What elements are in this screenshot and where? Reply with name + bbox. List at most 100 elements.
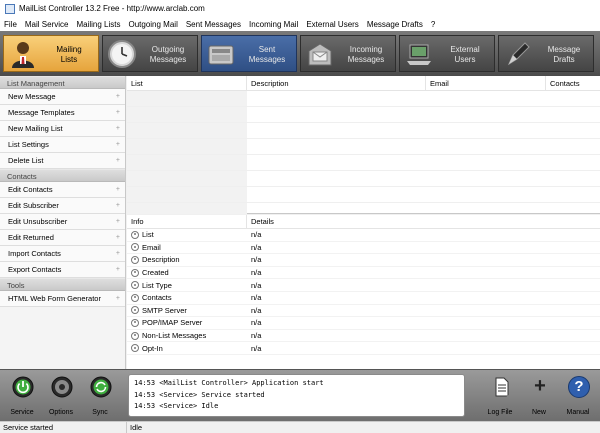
toolbar-mailing-lists-label-2: Lists — [60, 55, 78, 64]
plus-icon: + — [534, 375, 546, 397]
sidebar-item-edit-contacts[interactable]: Edit Contacts + — [0, 182, 125, 198]
toolbar-mailing-lists-button[interactable]: Mailing Lists — [3, 35, 99, 72]
expand-arrow-icon: + — [115, 141, 120, 148]
column-header-list[interactable]: List — [127, 76, 247, 90]
info-key: SMTP Server — [142, 305, 187, 315]
menu-message-drafts[interactable]: Message Drafts — [363, 20, 427, 29]
menu-incoming-mail[interactable]: Incoming Mail — [245, 20, 302, 29]
new-button[interactable]: + New — [521, 374, 557, 418]
table-row: List Type n/a — [127, 279, 600, 292]
toolbar-outgoing-messages-button[interactable]: Outgoing Messages — [102, 35, 198, 72]
sidebar-item-message-templates[interactable]: Message Templates + — [0, 105, 125, 121]
menu-sent-messages[interactable]: Sent Messages — [182, 20, 245, 29]
info-key: Description — [142, 255, 180, 265]
menu-external-users[interactable]: External Users — [302, 20, 362, 29]
toolbar-incoming-messages-button[interactable]: Incoming Messages — [300, 35, 396, 72]
info-value: n/a — [251, 280, 262, 290]
table-row: Contacts n/a — [127, 292, 600, 305]
menu-mailing-lists[interactable]: Mailing Lists — [72, 20, 124, 29]
sidebar-item-edit-returned[interactable]: Edit Returned + — [0, 230, 125, 246]
manual-label: Manual — [566, 409, 590, 416]
status-service: Service started — [0, 422, 127, 433]
column-header-description[interactable]: Description — [247, 76, 426, 90]
sync-button[interactable]: Sync — [82, 374, 118, 418]
table-row: List n/a — [127, 229, 600, 242]
column-header-email[interactable]: Email — [426, 76, 546, 90]
service-label: Service — [10, 409, 34, 416]
expand-arrow-icon: + — [115, 93, 120, 100]
log-file-button[interactable]: Log File — [482, 374, 518, 418]
toolbar-external-users-button[interactable]: External Users — [399, 35, 495, 72]
sidebar-item-new-mailing-list[interactable]: New Mailing List + — [0, 121, 125, 137]
sidebar-item-import-contacts[interactable]: Import Contacts + — [0, 246, 125, 262]
table-grid-lines — [127, 91, 600, 214]
info-value: n/a — [251, 255, 262, 265]
service-button[interactable]: Service — [4, 374, 40, 418]
sidebar-item-export-contacts[interactable]: Export Contacts + — [0, 262, 125, 278]
info-value: n/a — [251, 268, 262, 278]
expand-arrow-icon: + — [115, 202, 120, 209]
activity-log[interactable]: 14:53 <MailList Controller> Application … — [128, 374, 465, 417]
column-header-contacts[interactable]: Contacts — [546, 76, 600, 90]
menu-mail-service[interactable]: Mail Service — [21, 20, 73, 29]
options-button[interactable]: Options — [43, 374, 79, 418]
sync-icon — [90, 376, 112, 398]
toolbar-external-label: External — [450, 45, 480, 54]
manual-button[interactable]: ? Manual — [560, 374, 596, 418]
laptop-icon — [407, 44, 431, 65]
gear-icon — [131, 243, 139, 252]
info-key: Email — [142, 242, 161, 252]
title-bar: MailList Controller 13.2 Free - http://w… — [0, 0, 600, 17]
sidebar-item-edit-subscriber[interactable]: Edit Subscriber + — [0, 198, 125, 214]
toolbar-incoming-label-2: Messages — [347, 55, 385, 64]
app-icon — [5, 3, 15, 14]
expand-arrow-icon: + — [115, 218, 120, 225]
table-row: Non-List Messages n/a — [127, 330, 600, 343]
toolbar-sent-label-2: Messages — [248, 55, 286, 64]
info-value: n/a — [251, 331, 262, 341]
clock-icon — [108, 40, 136, 68]
mailing-list-table[interactable]: List Description Email Contacts — [127, 76, 600, 214]
sidebar-item-label: Edit Contacts — [8, 185, 53, 194]
sidebar-item-delete-list[interactable]: Delete List + — [0, 153, 125, 169]
sidebar-header-tools: Tools — [0, 278, 125, 291]
power-icon — [12, 376, 34, 398]
sidebar-item-html-web-form-generator[interactable]: HTML Web Form Generator + — [0, 291, 125, 307]
sidebar-item-label: HTML Web Form Generator — [8, 294, 101, 303]
toolbar-message-drafts-button[interactable]: Message Drafts — [498, 35, 594, 72]
sidebar-item-label: Edit Unsubscriber — [8, 217, 68, 226]
sidebar-item-label: New Message — [8, 92, 56, 101]
toolbar-sent-messages-button[interactable]: Sent Messages — [201, 35, 297, 72]
gear-icon — [131, 281, 139, 290]
info-value: n/a — [251, 230, 262, 240]
bottom-toolbar: Service Options Sync 14:53 <MailList Con… — [0, 369, 600, 421]
expand-arrow-icon: + — [115, 250, 120, 257]
toolbar-incoming-label: Incoming — [349, 45, 383, 54]
table-row: Created n/a — [127, 267, 600, 280]
window-title: MailList Controller 13.2 Free - http://w… — [19, 4, 205, 13]
pen-icon — [507, 42, 530, 66]
info-key: List Type — [142, 280, 172, 290]
expand-arrow-icon: + — [115, 186, 120, 193]
table-row: Email n/a — [127, 242, 600, 255]
main-toolbar: Mailing Lists Outgoing Messages Sent Messag… — [0, 31, 600, 76]
menu-help[interactable]: ? — [427, 20, 439, 29]
sidebar-header-contacts: Contacts — [0, 169, 125, 182]
sync-label: Sync — [92, 409, 108, 416]
sidebar-item-new-message[interactable]: New Message + — [0, 89, 125, 105]
help-icon: ? — [568, 376, 590, 398]
info-value: n/a — [251, 318, 262, 328]
menu-outgoing-mail[interactable]: Outgoing Mail — [124, 20, 181, 29]
gear-icon — [131, 255, 139, 264]
info-value: n/a — [251, 343, 262, 353]
toolbar-mailing-lists-label: Mailing — [56, 45, 82, 54]
expand-arrow-icon: + — [115, 157, 120, 164]
menu-file[interactable]: File — [0, 20, 21, 29]
sidebar-item-list-settings[interactable]: List Settings + — [0, 137, 125, 153]
mailing-list-table-header: List Description Email Contacts — [127, 76, 600, 91]
info-value: n/a — [251, 305, 262, 315]
sidebar-item-edit-unsubscriber[interactable]: Edit Unsubscriber + — [0, 214, 125, 230]
mailbox-icon — [208, 45, 234, 65]
status-activity: Idle — [130, 423, 143, 432]
toolbar-outgoing-label: Outgoing — [151, 45, 185, 54]
